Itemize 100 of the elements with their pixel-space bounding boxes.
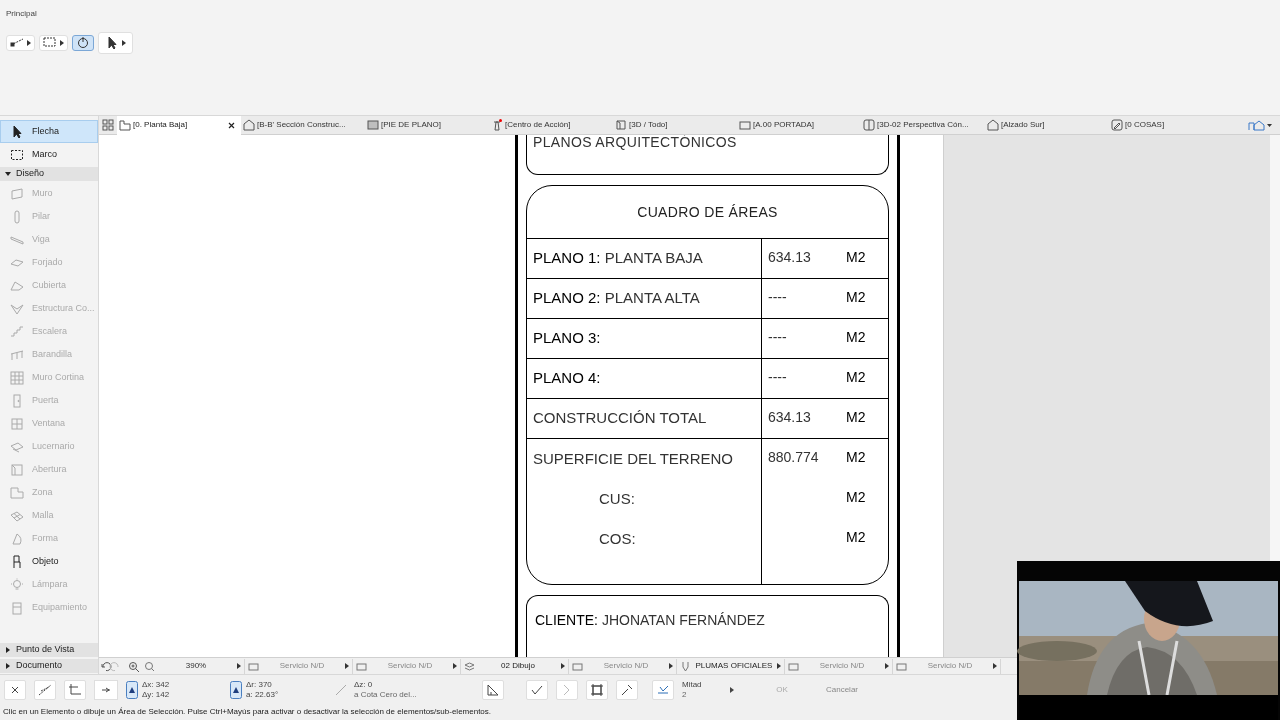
table-cell-text: ---- xyxy=(768,368,787,387)
table-cell-text: 634.13 xyxy=(768,408,811,427)
table-title: CUADRO DE ÁREAS xyxy=(637,202,778,222)
coordinate-value: Δz: 0 xyxy=(354,679,374,690)
cancel-button[interactable]: Cancelar xyxy=(814,680,870,699)
table-cell-text: COS: xyxy=(599,528,636,549)
info-field[interactable]: 390% xyxy=(141,658,245,674)
tool-item[interactable]: Flecha xyxy=(0,120,98,143)
table-cell-text: M2 xyxy=(846,528,866,547)
railing-icon xyxy=(10,347,24,362)
snap-value: 2 xyxy=(682,689,688,700)
info-field[interactable]: PLUMAS OFICIALES xyxy=(677,658,785,674)
field-icon xyxy=(896,660,907,672)
tool-item[interactable]: Marco xyxy=(0,143,98,166)
caret-down-icon xyxy=(5,171,11,177)
caret-icon xyxy=(345,663,349,669)
field-icon xyxy=(788,660,799,672)
table-cell-text: 880.774 xyxy=(768,448,819,467)
view-tab[interactable]: [PIE DE PLANO] xyxy=(365,115,489,135)
dashed-rectangle-icon xyxy=(43,36,57,50)
section-header[interactable]: Diseño xyxy=(0,167,98,181)
table-cell-text: CONSTRUCCIÓN TOTAL xyxy=(533,408,707,429)
pointer-icon xyxy=(105,36,119,50)
client-text: CLIENTE: JHONATAN FERNÁNDEZ xyxy=(535,612,765,628)
perspective-icon xyxy=(863,119,875,131)
table-cell-text: CUS: xyxy=(599,488,635,509)
section-header[interactable]: Punto de Vista xyxy=(0,643,98,657)
arrow-button[interactable] xyxy=(94,679,118,700)
axis-button[interactable] xyxy=(64,679,86,700)
dashed-rectangle-icon xyxy=(10,147,24,162)
field-icon xyxy=(248,660,259,672)
lamp-icon xyxy=(10,577,24,592)
wand-icon xyxy=(620,682,634,697)
cabinet-icon xyxy=(10,600,24,615)
caret-icon xyxy=(777,663,781,669)
field-icon xyxy=(572,660,583,672)
tool-button[interactable] xyxy=(72,35,94,51)
coordinate-value: Δr: 370 xyxy=(246,679,273,690)
wand-button[interactable] xyxy=(616,679,638,700)
info-field[interactable]: 02 Dibujo xyxy=(461,658,569,674)
caret-icon xyxy=(561,663,565,669)
opening-icon xyxy=(10,462,24,477)
view-tab[interactable]: [Alzado Sur] xyxy=(985,115,1109,135)
undo-redo-zoom-icon xyxy=(101,660,141,672)
zone-icon xyxy=(10,485,24,500)
cube-icon xyxy=(615,119,627,131)
view-tab[interactable]: [Centro de Acción] xyxy=(489,115,613,135)
axis-icon xyxy=(68,682,82,697)
grid-icon xyxy=(10,370,24,385)
window-icon xyxy=(10,416,24,431)
house-section-icon xyxy=(243,119,255,131)
shape-icon xyxy=(10,531,24,546)
caret-icon xyxy=(885,663,889,669)
table-cell-text: M2 xyxy=(846,288,866,307)
view-tab[interactable]: [3D / Todo] xyxy=(613,115,737,135)
tool-item[interactable]: Objeto xyxy=(0,550,98,573)
floor-plan-icon xyxy=(119,119,131,131)
table-cell-text: PLANO 3: xyxy=(533,328,601,349)
caret-right-icon xyxy=(5,663,11,669)
info-field[interactable]: Servicio N/D xyxy=(245,658,353,674)
snap-label: Mitad xyxy=(682,679,703,690)
table-cell-text: M2 xyxy=(846,488,866,507)
view-tab[interactable]: [3D-02 Perspectiva Cón... xyxy=(861,115,985,135)
view-tab[interactable]: [A.00 PORTADA] xyxy=(737,115,861,135)
delta-icon xyxy=(230,680,242,699)
reference-text: a Cota Cero del... xyxy=(354,689,417,700)
delta-icon xyxy=(126,680,138,699)
table-cell-text: ---- xyxy=(768,288,787,307)
table-cell-text: M2 xyxy=(846,408,866,427)
dashed-line-icon xyxy=(10,36,24,50)
grid-icon xyxy=(102,119,114,131)
table-cell-text: M2 xyxy=(846,328,866,347)
info-field[interactable]: Servicio N/D xyxy=(785,658,893,674)
caret-icon xyxy=(60,40,64,46)
check-button[interactable] xyxy=(526,679,548,700)
view-tab[interactable]: [B-B' Sección Construc... xyxy=(241,115,365,135)
frame-button[interactable] xyxy=(586,679,608,700)
chair-icon xyxy=(10,554,24,569)
info-field[interactable]: Servicio N/D xyxy=(569,658,677,674)
ribbon-label: Principal xyxy=(6,8,37,20)
sheet-header: PLANOS ARQUITECTÓNICOS xyxy=(533,135,737,149)
caret-icon xyxy=(669,663,673,669)
section-header[interactable]: Documento xyxy=(0,659,98,673)
close-icon xyxy=(228,121,235,129)
ruler-button[interactable] xyxy=(482,679,504,700)
stair-icon xyxy=(10,324,24,339)
field-icon xyxy=(356,660,367,672)
sheet-icon xyxy=(739,119,751,131)
coordinate-value: Δx: 342 xyxy=(142,679,171,690)
skylight-icon xyxy=(10,439,24,454)
cross-button[interactable] xyxy=(4,679,26,700)
info-field[interactable]: Servicio N/D xyxy=(893,658,1001,674)
house-outline-icon xyxy=(987,119,999,131)
table-cell-text: 634.13 xyxy=(768,248,811,267)
info-field[interactable]: Servicio N/D xyxy=(353,658,461,674)
view-tab[interactable]: [0 COSAS] xyxy=(1109,115,1233,135)
layers-icon xyxy=(464,660,475,672)
caret-icon xyxy=(237,663,241,669)
ruler-icon xyxy=(486,682,500,697)
table-cell-text: M2 xyxy=(846,448,866,467)
